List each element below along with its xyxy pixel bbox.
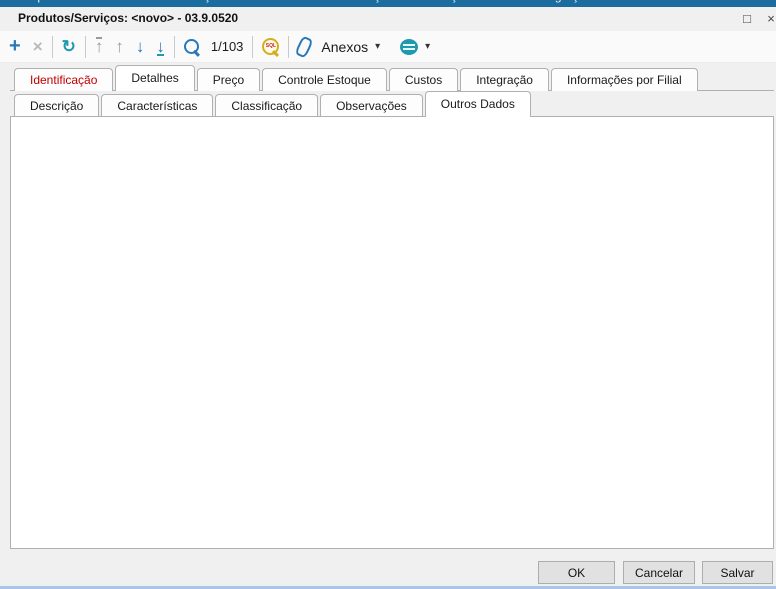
print-caret-icon[interactable]: ▾ [425,41,430,52]
window-titlebar: Produtos/Serviços: <novo> - 03.9.0520 □ … [0,7,776,32]
tab-integracao[interactable]: Integração [460,68,549,91]
record-counter: 1/103 [211,39,244,54]
outros-dados-panel [10,116,774,549]
tab-outros-dados[interactable]: Outros Dados [425,91,531,117]
main-menubar: Compras Vendas Serviços Dados de Movimen… [0,0,776,7]
tab-identificacao[interactable]: Identificação [14,68,113,91]
tab-descricao[interactable]: Descrição [14,94,99,117]
menu-item-compras[interactable]: Compras [6,0,67,6]
secondary-tabstrip: Descrição Características Classificação … [14,92,533,117]
sql-search-icon[interactable]: SQL [262,38,279,55]
menu-item-vendas[interactable]: Vendas [93,0,145,6]
print-icon[interactable] [400,39,418,55]
paperclip-icon[interactable] [295,35,314,58]
tab-controle-estoque[interactable]: Controle Estoque [262,68,387,91]
menu-item-usuarios[interactable]: Usuários [630,0,689,6]
tab-observacoes[interactable]: Observações [320,94,423,117]
menu-item-dados-movimentacoes[interactable]: Dados de Movimentações [255,0,406,6]
tab-informacoes-por-filial[interactable]: Informações por Filial [551,68,698,91]
anexos-button[interactable]: Anexos [321,39,368,55]
tab-caracteristicas[interactable]: Características [101,94,213,117]
previous-record-icon[interactable]: ↑ [115,38,124,55]
tab-detalhes[interactable]: Detalhes [115,65,194,91]
last-record-icon[interactable]: ↓ [156,38,165,55]
next-record-icon[interactable]: ↓ [136,38,145,55]
application-window: Compras Vendas Serviços Dados de Movimen… [0,0,776,589]
refresh-icon[interactable]: ↻ [62,38,76,55]
tab-classificacao[interactable]: Classificação [215,94,318,117]
search-icon[interactable] [184,39,199,54]
menu-item-integracoes[interactable]: Integrações [529,0,604,6]
add-record-icon[interactable]: + [9,38,21,55]
tab-custos[interactable]: Custos [389,68,458,91]
menu-item-orcamento[interactable]: Orçamento [432,0,503,6]
record-toolbar: + × ↻ ↑ ↑ ↓ ↓ 1/103 SQL Anexos ▾ [0,31,776,63]
menu-item-servicos[interactable]: Serviços [171,0,229,6]
primary-tabstrip: Identificação Detalhes Preço Controle Es… [14,66,700,91]
tab-preco[interactable]: Preço [197,68,260,91]
anexos-caret-icon[interactable]: ▾ [375,41,380,52]
menu-item-customizacao[interactable]: Customização [715,0,776,6]
salvar-button[interactable]: Salvar [702,561,773,584]
close-icon[interactable]: × [760,10,776,28]
maximize-icon[interactable]: □ [736,10,758,28]
first-record-icon[interactable]: ↑ [95,38,104,55]
cancelar-button[interactable]: Cancelar [623,561,695,584]
delete-record-icon[interactable]: × [33,38,43,55]
ok-button[interactable]: OK [538,561,615,584]
window-title: Produtos/Serviços: <novo> - 03.9.0520 [18,11,238,25]
